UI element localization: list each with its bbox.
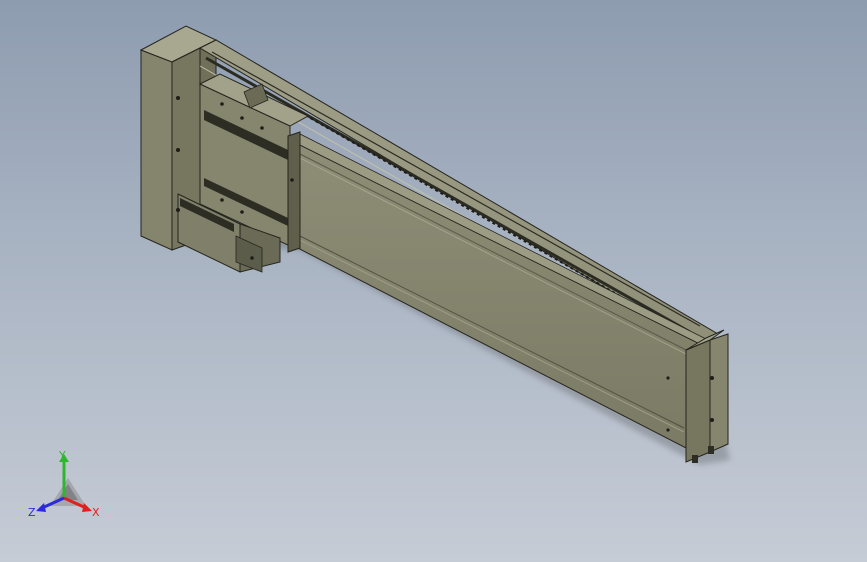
x-axis-label: X: [92, 506, 100, 519]
model-view[interactable]: [0, 0, 867, 562]
right-end-cap[interactable]: [685, 329, 729, 463]
z-axis-label: Z: [28, 506, 36, 519]
y-axis-label: Y: [58, 449, 66, 462]
axis-triad[interactable]: Y X Z: [22, 448, 106, 524]
graphics-viewport[interactable]: [0, 0, 867, 562]
